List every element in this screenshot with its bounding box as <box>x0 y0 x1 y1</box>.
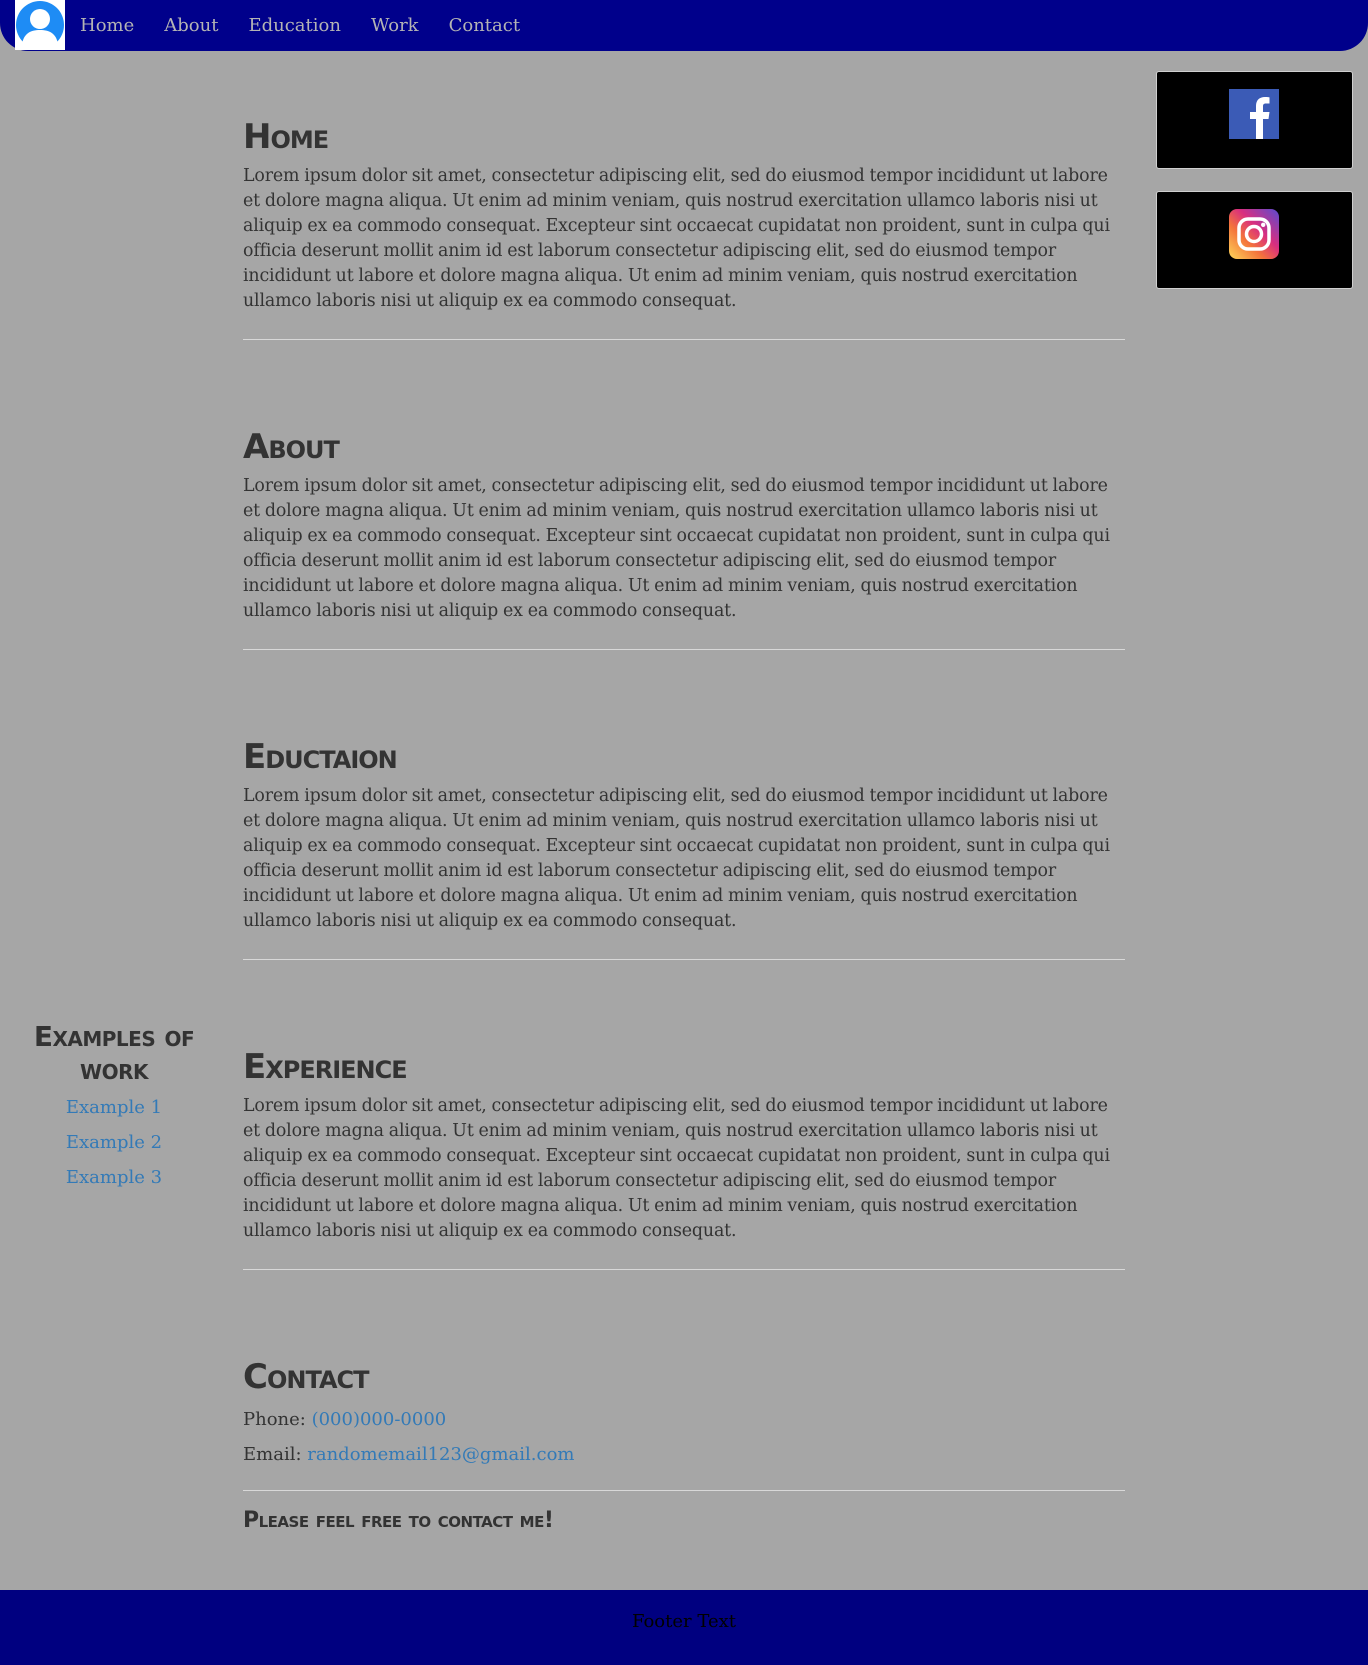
divider <box>243 959 1125 960</box>
home-section: Home Lorem ipsum dolor sit amet, consect… <box>243 118 1125 314</box>
email-link[interactable]: randomemail123@gmail.com <box>307 1444 574 1465</box>
education-title: Eductaion <box>243 737 398 777</box>
nav-link-about[interactable]: About <box>164 15 218 36</box>
nav-link-education[interactable]: Education <box>248 15 341 36</box>
divider <box>243 649 1125 650</box>
phone-line: Phone: (000)000-0000 <box>243 1402 1125 1437</box>
contact-title: Contact <box>243 1357 370 1397</box>
about-text: Lorem ipsum dolor sit amet, consectetur … <box>243 476 1110 621</box>
nav-links: Home About Education Work Contact <box>80 0 550 51</box>
education-section: Eductaion Lorem ipsum dolor sit amet, co… <box>243 738 1125 934</box>
experience-text: Lorem ipsum dolor sit amet, consectetur … <box>243 1096 1110 1241</box>
divider <box>243 1269 1125 1270</box>
divider <box>243 1490 1125 1491</box>
contact-details: Phone: (000)000-0000 Email: randomemail1… <box>243 1402 1125 1472</box>
user-avatar-icon <box>16 1 64 50</box>
work-examples-sidebar: Examples of work Example 1 Example 2 Exa… <box>15 1020 213 1195</box>
instagram-icon <box>1229 209 1279 259</box>
example-link-3[interactable]: Example 3 <box>15 1160 213 1195</box>
navbar: Home About Education Work Contact <box>0 0 1368 51</box>
about-title: About <box>243 427 340 467</box>
email-line: Email: randomemail123@gmail.com <box>243 1437 1125 1472</box>
experience-section: Experience Lorem ipsum dolor sit amet, c… <box>243 1048 1125 1244</box>
instagram-link[interactable] <box>1156 191 1353 289</box>
nav-link-contact[interactable]: Contact <box>449 15 520 36</box>
experience-title: Experience <box>243 1047 408 1087</box>
about-section: About Lorem ipsum dolor sit amet, consec… <box>243 428 1125 624</box>
phone-label: Phone: <box>243 1409 312 1430</box>
avatar[interactable] <box>15 0 65 50</box>
sidebar-links: Example 1 Example 2 Example 3 <box>15 1090 213 1195</box>
facebook-link[interactable] <box>1156 71 1353 169</box>
phone-link[interactable]: (000)000-0000 <box>312 1409 447 1430</box>
footer: Footer Text <box>0 1590 1368 1665</box>
divider <box>243 339 1125 340</box>
contact-cta: Please feel free to contact me! <box>243 1508 554 1533</box>
home-title: Home <box>243 117 329 157</box>
email-label: Email: <box>243 1444 308 1465</box>
footer-text: Footer Text <box>631 1611 737 1632</box>
nav-link-work[interactable]: Work <box>371 15 419 36</box>
contact-section: Contact Phone: (000)000-0000 Email: rand… <box>243 1358 1125 1472</box>
home-text: Lorem ipsum dolor sit amet, consectetur … <box>243 166 1110 311</box>
example-link-1[interactable]: Example 1 <box>15 1090 213 1125</box>
sidebar-title: Examples of work <box>33 1020 195 1086</box>
contact-cta-section: Please feel free to contact me! <box>243 1508 1125 1533</box>
education-text: Lorem ipsum dolor sit amet, consectetur … <box>243 786 1110 931</box>
facebook-icon <box>1229 89 1279 139</box>
example-link-2[interactable]: Example 2 <box>15 1125 213 1160</box>
nav-link-home[interactable]: Home <box>80 15 134 36</box>
